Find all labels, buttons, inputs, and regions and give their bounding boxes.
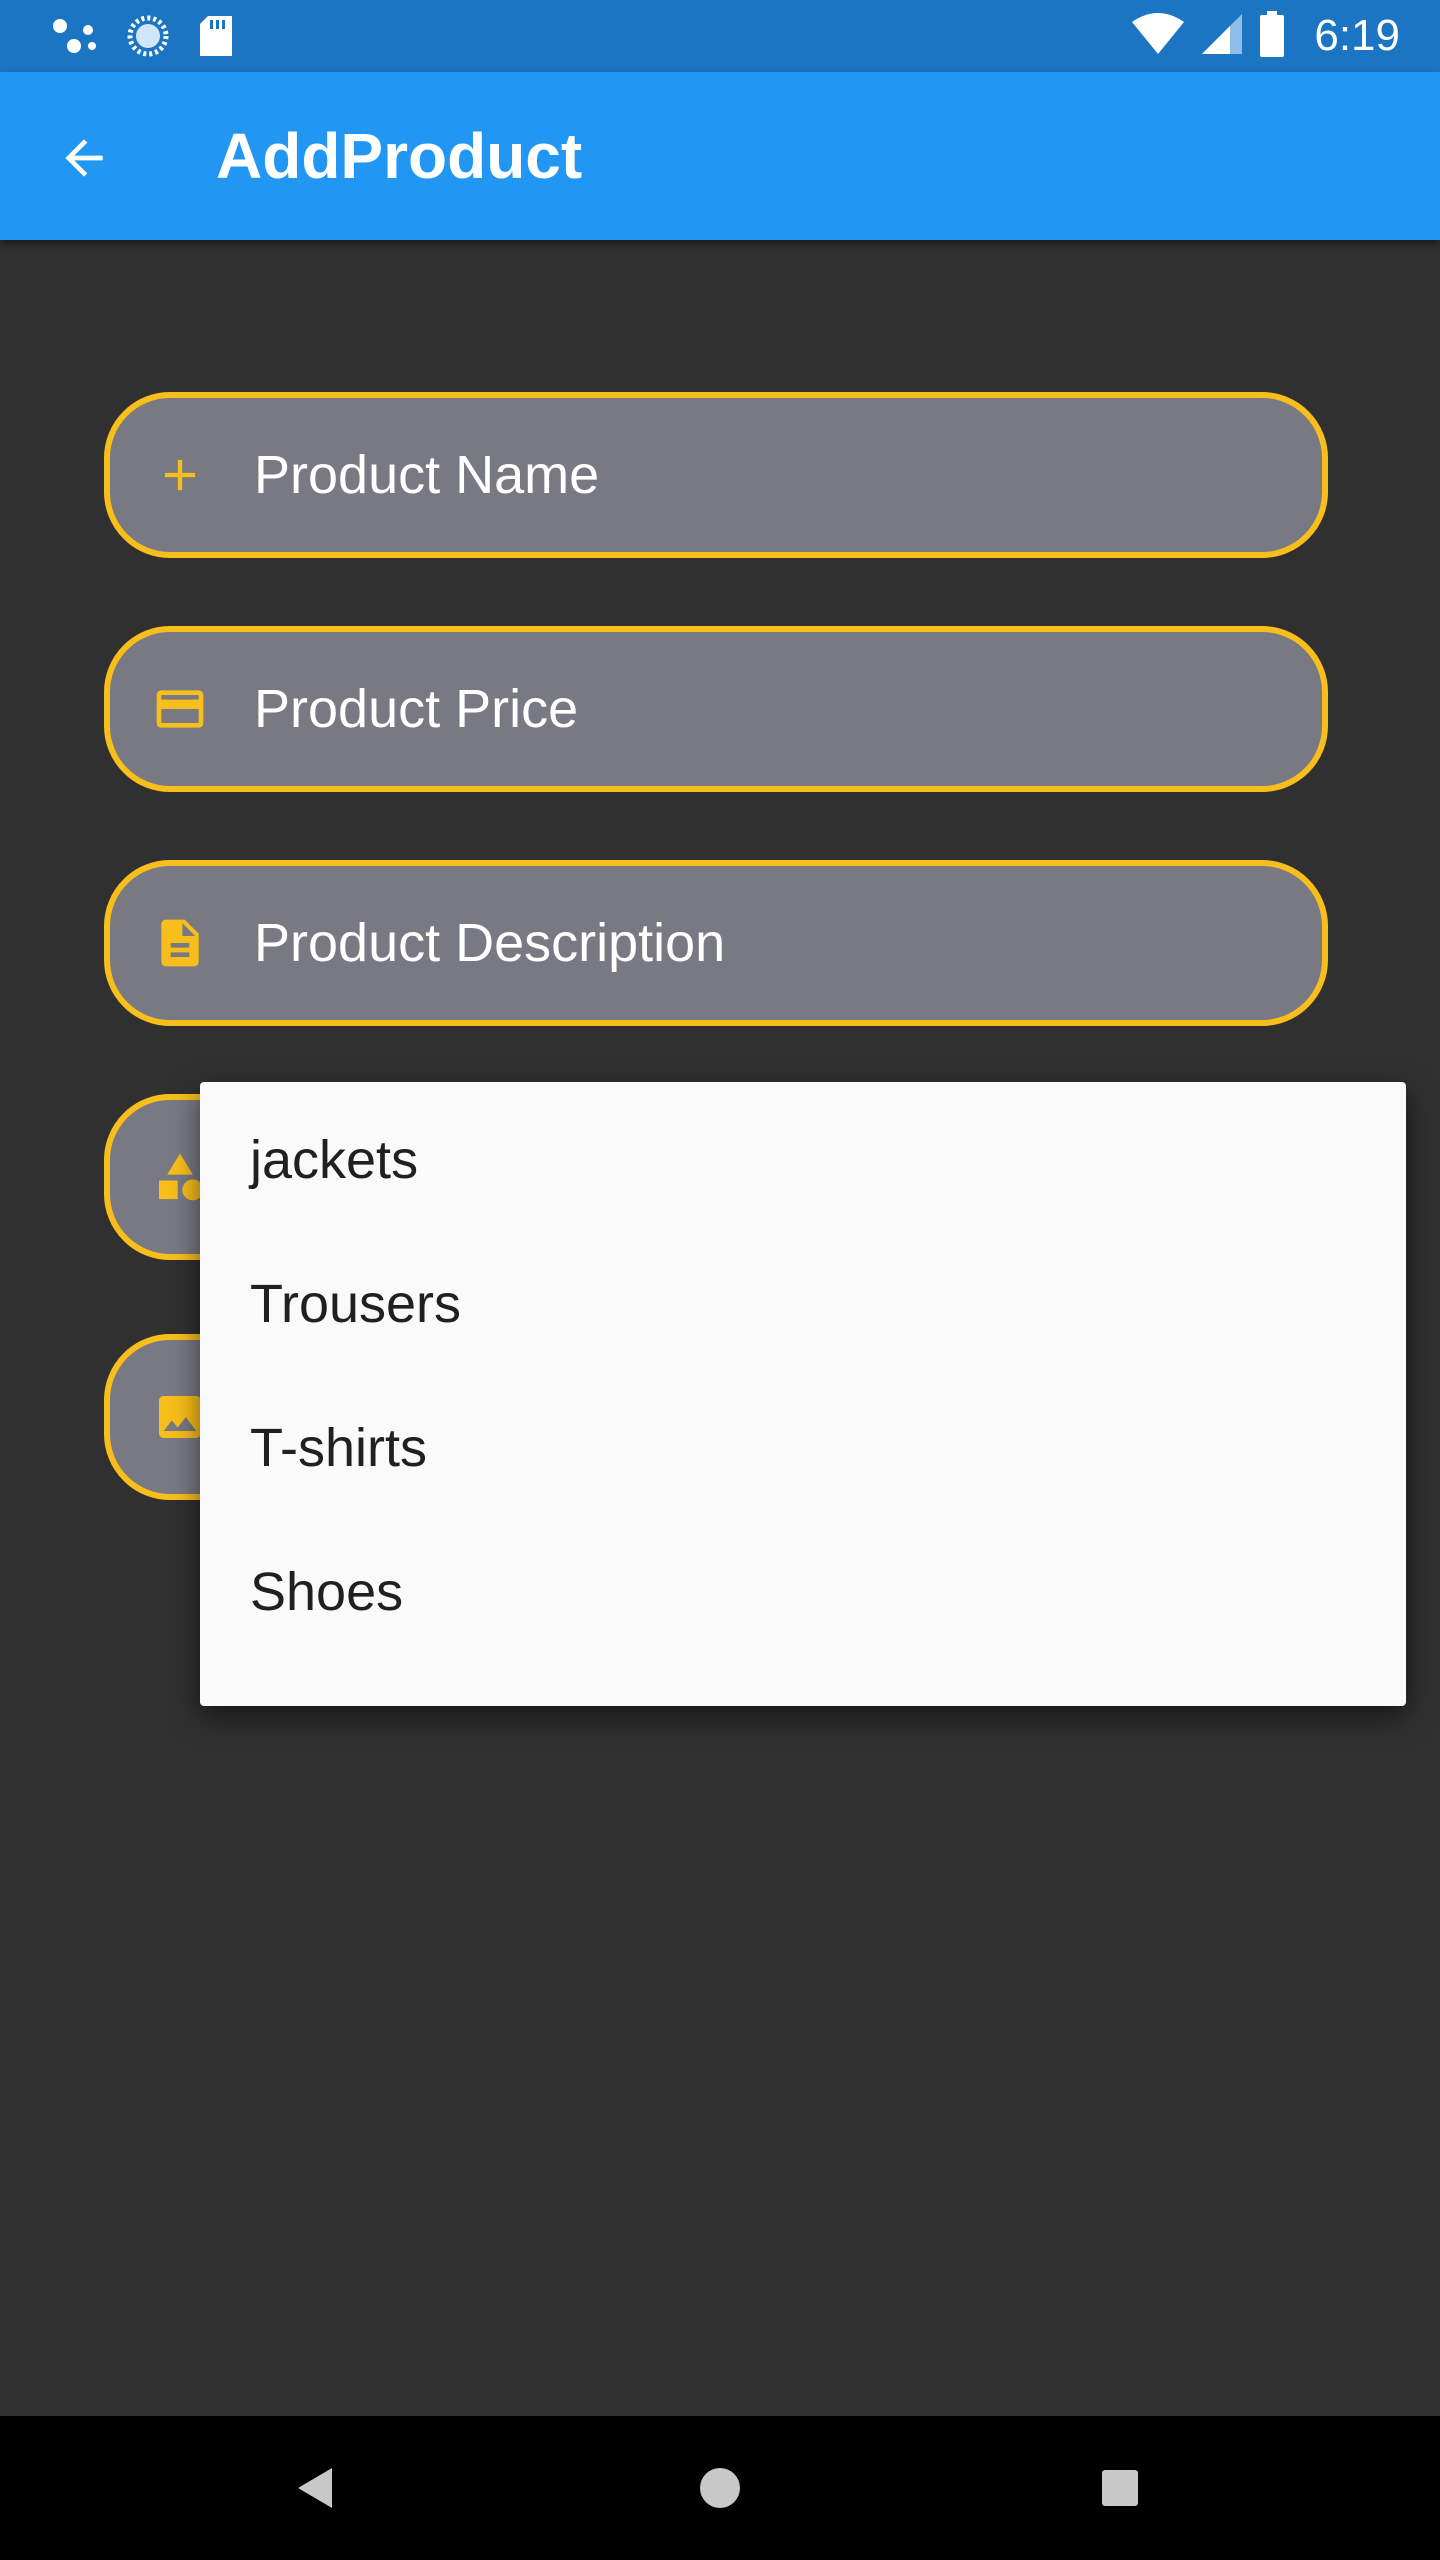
product-name-placeholder: Product Name [254, 445, 600, 505]
status-bar: 6:19 [0, 0, 1440, 72]
dropdown-option-t-shirts[interactable]: T-shirts [200, 1376, 1406, 1520]
back-button[interactable] [44, 118, 124, 198]
dropdown-option-shoes[interactable]: Shoes [200, 1520, 1406, 1664]
sd-card-icon [198, 14, 234, 63]
credit-card-icon [152, 681, 208, 737]
assistant-dots-icon [52, 16, 98, 61]
product-price-field[interactable]: Product Price [104, 626, 1328, 792]
document-icon [152, 915, 208, 971]
wifi-icon [1130, 12, 1186, 61]
product-description-placeholder: Product Description [254, 913, 726, 973]
page-title: AddProduct [216, 120, 583, 192]
system-navigation-bar [0, 2416, 1440, 2560]
product-name-field[interactable]: Product Name [104, 392, 1328, 558]
home-circle-icon [700, 2468, 740, 2508]
plus-icon [152, 447, 208, 503]
battery-icon [1258, 10, 1286, 62]
arrow-back-icon [65, 139, 103, 177]
dropdown-option-trousers[interactable]: Trousers [200, 1232, 1406, 1376]
clock: 6:19 [1314, 11, 1400, 60]
category-dropdown-menu: jackets Trousers T-shirts Shoes [200, 1082, 1406, 1706]
nav-back-button[interactable] [280, 2452, 352, 2524]
app-bar: AddProduct [0, 72, 1440, 240]
nav-recents-button[interactable] [1084, 2452, 1156, 2524]
product-price-placeholder: Product Price [254, 679, 579, 739]
dropdown-option-jackets[interactable]: jackets [200, 1088, 1406, 1232]
product-description-field[interactable]: Product Description [104, 860, 1328, 1026]
back-triangle-icon [298, 2468, 332, 2508]
recents-square-icon [1102, 2470, 1138, 2506]
sync-icon [126, 14, 170, 63]
signal-icon [1200, 12, 1244, 61]
nav-home-button[interactable] [684, 2452, 756, 2524]
